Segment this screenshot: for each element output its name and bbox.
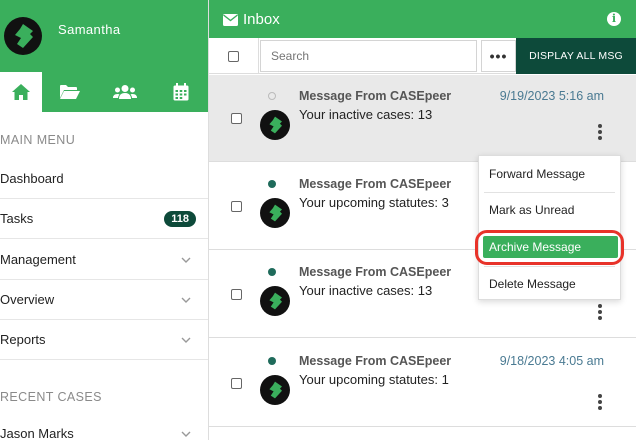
users-icon: [113, 85, 138, 99]
sidebar-item-label: Reports: [0, 332, 46, 347]
message-body: Your inactive cases: 13: [299, 283, 433, 298]
sidebar-item-label: Overview: [0, 292, 55, 307]
casepeer-logo-icon: [269, 116, 282, 134]
ellipsis-icon: •••: [489, 48, 508, 64]
envelope-icon: [223, 13, 238, 26]
chevron-down-icon: [176, 297, 196, 303]
message-sender: Message From CASEpeer: [299, 177, 452, 191]
sidebar-item-label: Tasks: [0, 211, 34, 226]
sidebar-item-tasks[interactable]: Tasks 118: [0, 199, 208, 239]
tab-calendar[interactable]: [153, 72, 208, 112]
sidebar: Samantha MAIN MENU Dashboard Tasks 118 M…: [0, 0, 209, 440]
message-body: Your upcoming statutes: 1: [299, 372, 449, 387]
inbox-header: Inbox i: [209, 0, 636, 38]
sender-avatar: [260, 375, 290, 405]
message-sender: Message From CASEpeer: [299, 354, 452, 368]
recent-cases-heading: RECENT CASES: [0, 390, 102, 404]
message-actions-kebab-icon[interactable]: [597, 124, 603, 140]
sender-avatar: [260, 286, 290, 316]
archive-message-menu-item[interactable]: Archive Message: [483, 236, 618, 258]
message-actions-kebab-icon[interactable]: [597, 304, 603, 320]
message-actions-kebab-icon[interactable]: [597, 394, 603, 410]
message-sender: Message From CASEpeer: [299, 89, 452, 103]
read-status-dot-icon: [268, 92, 276, 100]
sender-avatar: [260, 110, 290, 140]
message-date: 9/19/2023 5:16 am: [499, 89, 604, 103]
home-icon: [11, 84, 30, 100]
unread-status-dot-icon: [268, 268, 276, 276]
select-all-checkbox[interactable]: [228, 50, 239, 62]
user-name[interactable]: Samantha: [58, 22, 120, 37]
delete-message-menu-item[interactable]: Delete Message: [479, 266, 620, 302]
main-menu-heading: MAIN MENU: [0, 133, 76, 147]
inbox-title: Inbox: [223, 11, 280, 28]
message-checkbox[interactable]: [231, 289, 242, 300]
casepeer-logo-icon: [269, 204, 282, 222]
message-date: 9/18/2023 4:05 am: [499, 354, 604, 368]
sidebar-item-dashboard[interactable]: Dashboard: [0, 159, 208, 199]
message-body: Your upcoming statutes: 3: [299, 195, 449, 210]
casepeer-logo-icon: [269, 381, 282, 399]
message-sender: Message From CASEpeer: [299, 265, 452, 279]
message-row[interactable]: Message From CASEpeer Your inactive case…: [209, 75, 636, 162]
sender-avatar: [260, 198, 290, 228]
recent-case-label: Jason Marks: [0, 426, 74, 440]
message-row[interactable]: Message From CASEpeer Your upcoming stat…: [209, 340, 636, 427]
forward-message-menu-item[interactable]: Forward Message: [479, 156, 620, 192]
tab-cases[interactable]: [42, 72, 98, 112]
sidebar-item-label: Management: [0, 252, 76, 267]
unread-status-dot-icon: [268, 357, 276, 365]
message-checkbox[interactable]: [231, 378, 242, 389]
message-checkbox[interactable]: [231, 201, 242, 212]
sidebar-item-management[interactable]: Management: [0, 240, 208, 280]
user-avatar[interactable]: [4, 17, 42, 55]
select-all-cell: [209, 38, 259, 74]
user-bar: Samantha: [0, 0, 208, 72]
chevron-down-icon: [176, 257, 196, 263]
folder-open-icon: [59, 85, 80, 99]
calendar-icon: [173, 83, 189, 101]
tasks-count-badge: 118: [164, 210, 196, 227]
more-options-button[interactable]: •••: [481, 40, 516, 72]
inbox-title-text: Inbox: [243, 11, 280, 28]
search-input[interactable]: [260, 40, 477, 72]
message-context-menu: Forward Message Mark as Unread Archive M…: [478, 155, 621, 300]
message-checkbox[interactable]: [231, 113, 242, 124]
inbox-toolbar: ••• DISPLAY ALL MSG: [209, 38, 636, 74]
sidebar-item-overview[interactable]: Overview: [0, 280, 208, 320]
chevron-down-icon: [176, 337, 196, 343]
tab-home[interactable]: [0, 72, 42, 112]
unread-status-dot-icon: [268, 180, 276, 188]
casepeer-logo-icon: [15, 24, 33, 48]
display-all-msg-button[interactable]: DISPLAY ALL MSG: [516, 38, 636, 74]
mark-as-unread-menu-item[interactable]: Mark as Unread: [479, 192, 620, 228]
message-body: Your inactive cases: 13: [299, 107, 433, 122]
tab-contacts[interactable]: [98, 72, 154, 112]
sidebar-item-label: Dashboard: [0, 171, 64, 186]
sidebar-nav-tabs: [0, 72, 208, 112]
info-icon[interactable]: i: [607, 12, 621, 26]
sidebar-item-reports[interactable]: Reports: [0, 320, 208, 360]
casepeer-logo-icon: [269, 292, 282, 310]
chevron-down-icon: [176, 431, 196, 437]
recent-case-item[interactable]: Jason Marks: [0, 414, 208, 440]
